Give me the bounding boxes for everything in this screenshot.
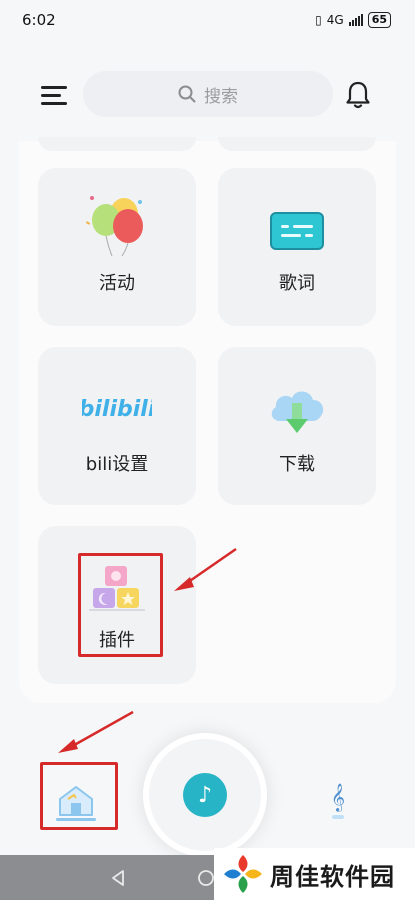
vibrate-icon: ▯ [315,13,322,27]
search-bar[interactable]: 搜索 [83,71,333,117]
watermark: 周佳软件园 [214,848,415,900]
tile-bili-settings-label: bili设置 [85,454,149,475]
tile-download-label: 下载 [279,454,315,475]
bell-icon[interactable] [345,80,371,110]
tile-lyrics-label: 歌词 [279,273,315,294]
watermark-logo-icon [224,855,262,893]
signal-icon [348,14,363,26]
top-bar: 搜索 [19,55,396,141]
arrow-to-plugins [174,547,237,591]
watermark-text: 周佳软件园 [270,862,395,891]
home-system-icon[interactable] [196,868,216,888]
svg-text:𝄞: 𝄞 [331,783,345,812]
home-icon [56,786,96,821]
menu-icon[interactable] [41,84,67,106]
tile-download[interactable]: 下载 [218,347,376,505]
music-note-icon: ♪ [183,773,227,817]
balloons-icon [38,192,196,258]
battery-indicator: 65 [367,12,391,28]
main-card: 搜索 活动 歌词 bilibili bili设置 下载 插件 [19,55,396,703]
tile-lyrics[interactable]: 歌词 [218,168,376,326]
bilibili-icon: bilibili [38,391,196,425]
tile-activity-label: 活动 [99,273,135,294]
back-icon[interactable] [108,868,128,888]
tile-activity[interactable]: 活动 [38,168,196,326]
play-button[interactable]: ♪ [143,733,267,857]
treble-clef-icon: 𝄞 [331,783,345,819]
search-placeholder: 搜索 [204,86,238,107]
tile-bili-settings[interactable]: bilibili bili设置 [38,347,196,505]
tile-peek-right [218,137,376,151]
bottom-nav: ♪ 𝄞 [0,705,415,857]
network-label: 4G [326,13,344,27]
nav-library[interactable]: 𝄞 [325,777,351,823]
highlight-box-plugins [78,553,163,657]
status-icons: ▯ 4G 65 [315,12,391,28]
status-bar: 6:02 ▯ 4G 65 [0,0,415,40]
cloud-download-icon [218,381,376,437]
bili-logo-text: bilibili [82,397,152,422]
search-icon [178,85,196,103]
lyrics-icon [218,212,376,250]
status-time: 6:02 [22,11,56,29]
tile-peek-left [38,137,196,151]
nav-home[interactable] [50,775,102,827]
